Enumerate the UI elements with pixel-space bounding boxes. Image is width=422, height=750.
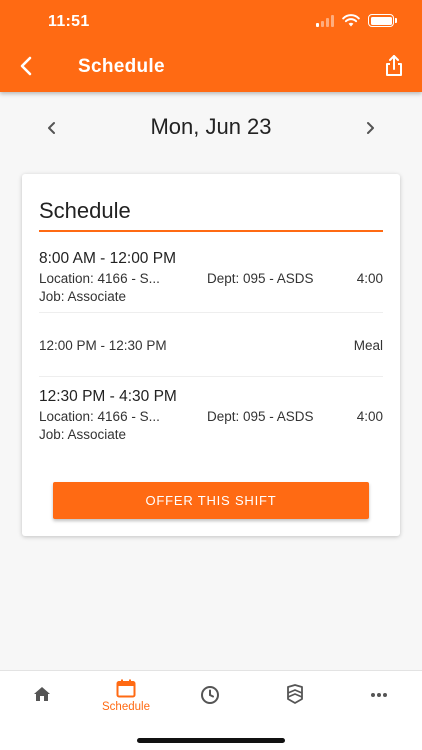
schedule-card: Schedule 8:00 AM - 12:00 PM Location: 41… bbox=[22, 174, 400, 536]
shift-dept: Dept: 095 - ASDS bbox=[207, 271, 314, 286]
status-time: 11:51 bbox=[48, 13, 90, 30]
calendar-icon bbox=[116, 679, 136, 698]
shift-job: Job: Associate bbox=[39, 289, 127, 304]
more-icon bbox=[371, 693, 387, 697]
back-button[interactable] bbox=[10, 50, 42, 82]
shift-entry[interactable]: 12:30 PM - 4:30 PM Location: 4166 - S...… bbox=[39, 388, 383, 445]
chevron-right-icon bbox=[367, 122, 374, 134]
shift-job: Job: Associate bbox=[39, 427, 127, 442]
tab-more[interactable] bbox=[337, 679, 421, 725]
status-bar: 11:51 bbox=[0, 0, 422, 44]
shift-location: Location: 4166 - S... bbox=[39, 271, 160, 286]
share-button[interactable] bbox=[378, 50, 410, 82]
tab-badges[interactable] bbox=[253, 679, 337, 725]
shift-hours: 4:00 bbox=[356, 271, 383, 286]
card-title: Schedule bbox=[39, 198, 131, 223]
offer-shift-button[interactable]: OFFER THIS SHIFT bbox=[53, 482, 369, 519]
page-title: Schedule bbox=[78, 56, 165, 77]
shift-entry[interactable]: 8:00 AM - 12:00 PM Location: 4166 - S...… bbox=[39, 250, 383, 307]
tab-home[interactable] bbox=[0, 679, 84, 725]
meal-label: Meal bbox=[353, 338, 383, 353]
shift-dept: Dept: 095 - ASDS bbox=[207, 409, 314, 424]
chevron-left-icon bbox=[20, 56, 32, 76]
tab-schedule[interactable]: Schedule bbox=[84, 679, 168, 725]
home-indicator bbox=[137, 738, 285, 743]
next-day-button[interactable] bbox=[356, 114, 384, 142]
divider bbox=[39, 312, 383, 313]
cellular-signal-icon bbox=[316, 14, 334, 27]
tab-label: Schedule bbox=[102, 701, 150, 713]
badge-icon bbox=[287, 684, 303, 704]
home-icon bbox=[34, 687, 50, 701]
battery-icon bbox=[368, 14, 397, 27]
status-icons bbox=[316, 14, 397, 27]
date-navigator: Mon, Jun 23 bbox=[0, 108, 422, 148]
clock-icon bbox=[201, 686, 219, 704]
nav-bar: Schedule bbox=[0, 44, 422, 92]
meal-entry: 12:00 PM - 12:30 PM Meal bbox=[39, 338, 383, 356]
share-icon bbox=[386, 55, 402, 76]
title-underline bbox=[39, 230, 383, 232]
shift-time: 12:30 PM - 4:30 PM bbox=[39, 388, 177, 405]
tab-timecard[interactable] bbox=[168, 679, 252, 725]
meal-time-range: 12:00 PM - 12:30 PM bbox=[39, 338, 167, 353]
divider bbox=[39, 376, 383, 377]
shift-hours: 4:00 bbox=[356, 409, 383, 424]
app-header: 11:51 Schedule bbox=[0, 0, 422, 92]
shift-time: 8:00 AM - 12:00 PM bbox=[39, 250, 176, 267]
shift-location: Location: 4166 - S... bbox=[39, 409, 160, 424]
wifi-icon bbox=[342, 14, 360, 27]
